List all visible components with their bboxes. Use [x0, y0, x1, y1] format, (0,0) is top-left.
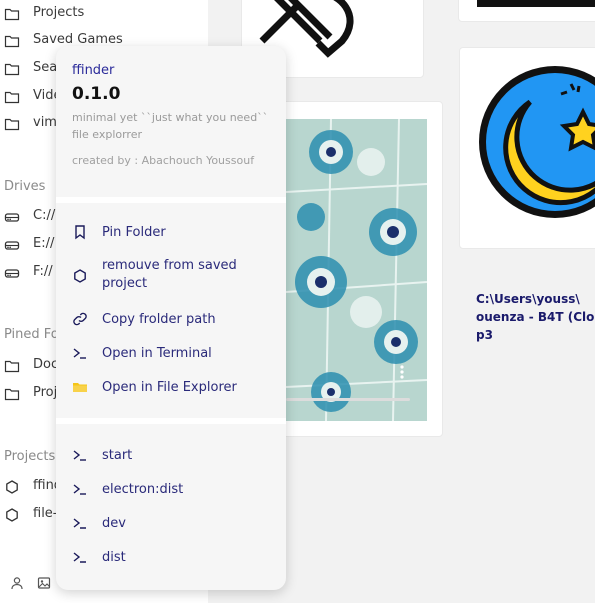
video-card[interactable] [270, 101, 443, 437]
moon-star-image [479, 66, 595, 218]
app-version: 0.1.0 [72, 84, 121, 104]
tile-pattern-thumbnail [285, 118, 428, 422]
hexagon-icon [74, 269, 86, 283]
link-icon [73, 312, 87, 326]
folder-icon [4, 91, 20, 104]
project-context-popup: ffinder 0.1.0 minimal yet ``just what yo… [56, 46, 286, 590]
folder-icon [4, 388, 20, 401]
terminal-icon [73, 518, 86, 529]
app-author: created by : Abachouch Youssouf [72, 154, 255, 167]
drives-section-title: Drives [4, 179, 46, 194]
user-icon[interactable] [10, 576, 24, 590]
app-name: ffinder [72, 63, 115, 78]
run-script-dist-button[interactable]: dist [56, 546, 286, 570]
image-icon[interactable] [37, 576, 51, 590]
terminal-icon [73, 450, 86, 461]
folder-icon [4, 63, 20, 76]
menu-item-label: dev [102, 516, 126, 531]
dark-thumbnail-strip [477, 0, 595, 7]
menu-item-label: Open in File Explorer [102, 380, 237, 395]
menu-item-label: electron:dist [102, 482, 184, 497]
sidebar-item-label: E:// [33, 236, 55, 251]
divider [56, 418, 286, 424]
terminal-icon [73, 484, 86, 495]
hexagon-icon [6, 508, 18, 522]
thumbnail-card-top-right[interactable] [458, 0, 595, 22]
run-script-electron-dist-button[interactable]: electron:dist [56, 478, 286, 502]
open-in-terminal-button[interactable]: Open in Terminal [56, 342, 286, 366]
drive-icon [4, 269, 20, 278]
yellow-folder-icon [73, 383, 87, 392]
file-path-label[interactable]: C:\Users\youss\ ouenza - B4T (Clou p3 [476, 290, 595, 344]
menu-item-label: start [102, 448, 133, 463]
sidebar-item-label: vim [33, 115, 57, 130]
sidebar-item-label: Sea [33, 60, 58, 75]
bookmark-icon [75, 225, 85, 240]
path-line: p3 [476, 328, 493, 342]
pinned-section-title: Pined Fo [4, 327, 59, 342]
more-options-icon[interactable] [399, 364, 405, 380]
terminal-icon [73, 348, 86, 359]
folder-icon [4, 118, 20, 131]
copy-folder-path-button[interactable]: Copy frolder path [56, 308, 286, 332]
menu-item-label: Copy frolder path [102, 312, 216, 327]
run-script-dev-button[interactable]: dev [56, 512, 286, 536]
pin-folder-button[interactable]: Pin Folder [56, 221, 286, 245]
sidebar-item-label: F:// [33, 264, 53, 279]
menu-item-label: dist [102, 550, 126, 565]
sidebar-item-projects[interactable]: Projects [0, 0, 208, 28]
folder-icon [4, 35, 20, 48]
sidebar-item-label: Projects [33, 5, 85, 20]
run-script-start-button[interactable]: start [56, 444, 286, 468]
projects-section-title: Projects [4, 449, 56, 464]
folder-icon [4, 8, 20, 21]
drive-icon [4, 241, 20, 250]
sidebar-item-label: Doc [33, 357, 59, 372]
remove-from-saved-project-button[interactable]: remouve from saved project [56, 256, 286, 296]
menu-item-label: remouve from saved project [102, 258, 237, 291]
divider [56, 197, 286, 203]
terminal-icon [73, 552, 86, 563]
path-line: ouenza - B4T (Clou [476, 310, 595, 324]
sidebar-item-label: C:// [33, 208, 56, 223]
menu-item-label: Pin Folder [102, 225, 166, 240]
sidebar-item-label: file- [33, 506, 58, 521]
open-in-file-explorer-button[interactable]: Open in File Explorer [56, 376, 286, 400]
sidebar-item-label: Saved Games [33, 32, 123, 47]
drive-icon [4, 213, 20, 222]
app-description: minimal yet ``just what you need`` file … [72, 111, 269, 141]
moon-image-card[interactable] [459, 47, 595, 249]
hexagon-icon [6, 480, 18, 494]
sidebar-item-label: Proj [33, 385, 58, 400]
folder-icon [4, 360, 20, 373]
menu-item-label: Open in Terminal [102, 346, 212, 361]
path-line: C:\Users\youss\ [476, 292, 580, 306]
